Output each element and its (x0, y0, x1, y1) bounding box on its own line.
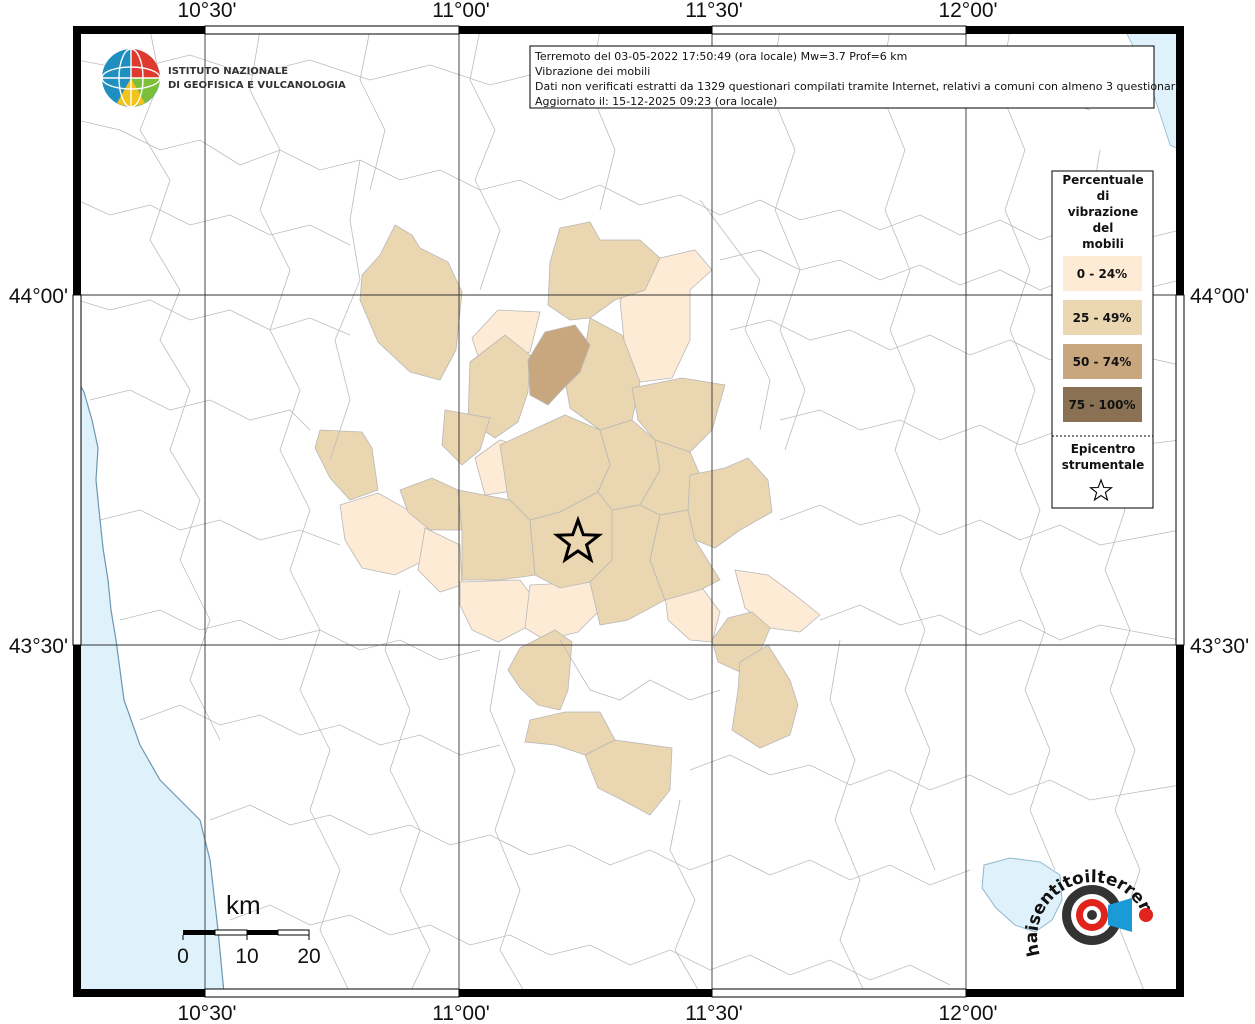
legend-epicenter-label: strumentale (1062, 458, 1145, 472)
right-tick-label: 43°30' (1190, 635, 1249, 658)
legend-class-label: 0 - 24% (1077, 267, 1127, 281)
legend: Percentuale di vibrazione del mobili 0 -… (1051, 170, 1154, 509)
event-info-line4: Aggiornato il: 15-12-2025 09:23 (ora loc… (535, 95, 777, 108)
top-tick-labels: 10°30' 11°00' 11°30' 12°00' (177, 0, 997, 22)
right-tick-labels: 44°00' 43°30' (1190, 285, 1249, 658)
top-tick-label: 12°00' (938, 0, 997, 22)
bottom-tick-label: 12°00' (938, 1002, 997, 1024)
event-info-line3: Dati non verificati estratti da 1329 que… (535, 80, 1182, 93)
scale-label: 20 (297, 945, 320, 968)
scale-label: 10 (235, 945, 258, 968)
scale-unit: km (226, 890, 261, 920)
bottom-tick-labels: 10°30' 11°00' 11°30' 12°00' (177, 1002, 997, 1024)
top-tick-label: 10°30' (177, 0, 236, 22)
legend-title-line: vibrazione (1068, 205, 1139, 219)
ingv-logo-line1: ISTITUTO NAZIONALE (168, 66, 288, 77)
legend-epicenter-label: Epicentro (1071, 442, 1136, 456)
left-tick-label: 44°00' (9, 285, 68, 308)
legend-class-label: 25 - 49% (1073, 311, 1132, 325)
globe-icon (101, 48, 161, 108)
legend-class-label: 50 - 74% (1073, 355, 1132, 369)
bottom-tick-label: 11°30' (685, 1002, 743, 1024)
event-info-line1: Terremoto del 03-05-2022 17:50:49 (ora l… (534, 50, 907, 63)
event-info-box: Terremoto del 03-05-2022 17:50:49 (ora l… (529, 45, 1182, 109)
left-tick-label: 43°30' (9, 635, 68, 658)
felt-report-map: 10°30' 11°00' 11°30' 12°00' 10°30' 11°00… (0, 0, 1249, 1024)
top-tick-label: 11°00' (432, 0, 490, 22)
legend-title-line: di (1097, 189, 1110, 203)
event-info-line2: Vibrazione dei mobili (535, 65, 650, 78)
legend-title-line: Percentuale (1062, 173, 1143, 187)
bottom-tick-label: 11°00' (432, 1002, 490, 1024)
legend-class-label: 75 - 100% (1068, 398, 1135, 412)
top-tick-label: 11°30' (685, 0, 743, 22)
scale-label: 0 (177, 945, 189, 968)
bottom-tick-label: 10°30' (177, 1002, 236, 1024)
left-tick-labels: 44°00' 43°30' (9, 285, 68, 658)
right-tick-label: 44°00' (1190, 285, 1249, 308)
legend-title-line: mobili (1082, 237, 1124, 251)
ingv-logo-line2: DI GEOFISICA E VULCANOLOGIA (168, 80, 346, 91)
legend-title-line: del (1093, 221, 1114, 235)
